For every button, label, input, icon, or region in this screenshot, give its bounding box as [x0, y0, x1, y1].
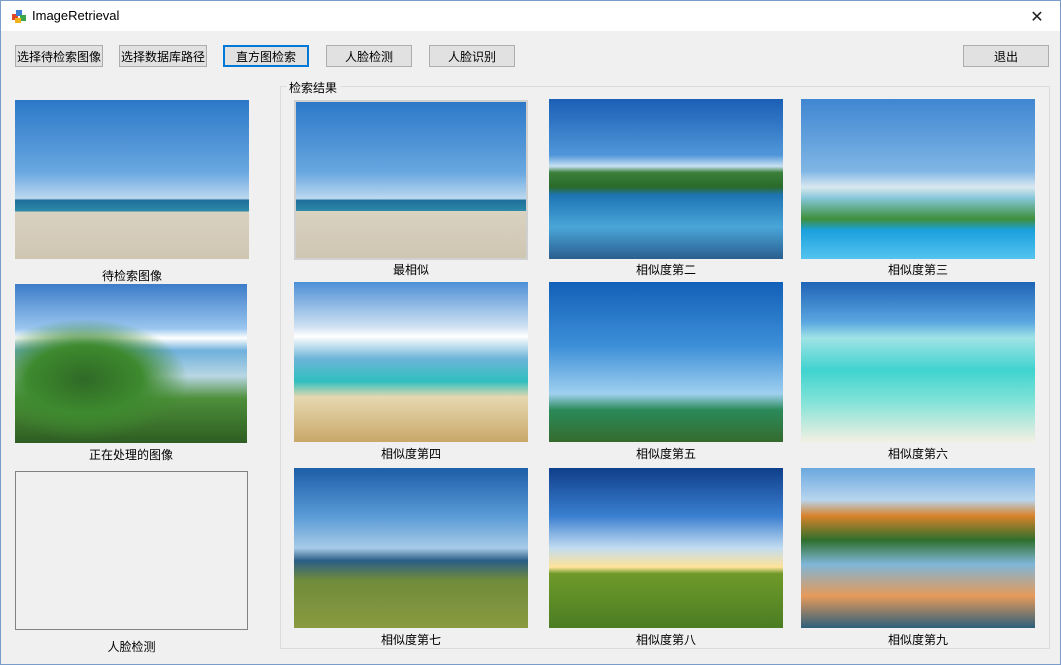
result-caption-7: 相似度第七	[380, 633, 441, 647]
result-caption-2: 相似度第二	[635, 263, 696, 277]
result-caption-1: 最相似	[392, 263, 429, 277]
results-group-label: 检索结果	[286, 79, 341, 96]
result-image-3	[801, 99, 1035, 259]
result-image-4	[294, 282, 528, 442]
processing-image-caption: 正在处理的图像	[88, 448, 173, 462]
face-detection-image	[15, 471, 248, 630]
result-image-6	[801, 282, 1035, 442]
face-detection-button[interactable]: 人脸检测	[326, 45, 412, 67]
result-caption-8: 相似度第八	[635, 633, 696, 647]
result-caption-4: 相似度第四	[380, 447, 441, 461]
app-icon	[12, 10, 26, 23]
histogram-search-button[interactable]: 直方图检索	[223, 45, 309, 67]
title-bar: ImageRetrieval ✕	[1, 1, 1060, 31]
result-caption-9: 相似度第九	[887, 633, 948, 647]
result-image-7	[294, 468, 528, 628]
window-title: ImageRetrieval	[32, 8, 120, 23]
result-image-9	[801, 468, 1035, 628]
result-caption-5: 相似度第五	[635, 447, 696, 461]
close-icon[interactable]: ✕	[1014, 1, 1060, 31]
exit-button[interactable]: 退出	[963, 45, 1049, 67]
face-recognition-button[interactable]: 人脸识别	[429, 45, 515, 67]
result-image-5	[549, 282, 783, 442]
query-image-caption: 待检索图像	[101, 269, 162, 283]
select-query-image-button[interactable]: 选择待检索图像	[15, 45, 103, 67]
result-image-2	[549, 99, 783, 259]
result-image-8	[549, 468, 783, 628]
app-window: ImageRetrieval ✕ 选择待检索图像 选择数据库路径 直方图检索 人…	[0, 0, 1061, 665]
query-image	[15, 100, 249, 259]
result-caption-6: 相似度第六	[887, 447, 948, 461]
select-database-path-button[interactable]: 选择数据库路径	[119, 45, 207, 67]
processing-image	[15, 284, 247, 443]
result-caption-3: 相似度第三	[887, 263, 948, 277]
face-detection-caption: 人脸检测	[107, 640, 156, 654]
result-image-1	[294, 100, 528, 260]
